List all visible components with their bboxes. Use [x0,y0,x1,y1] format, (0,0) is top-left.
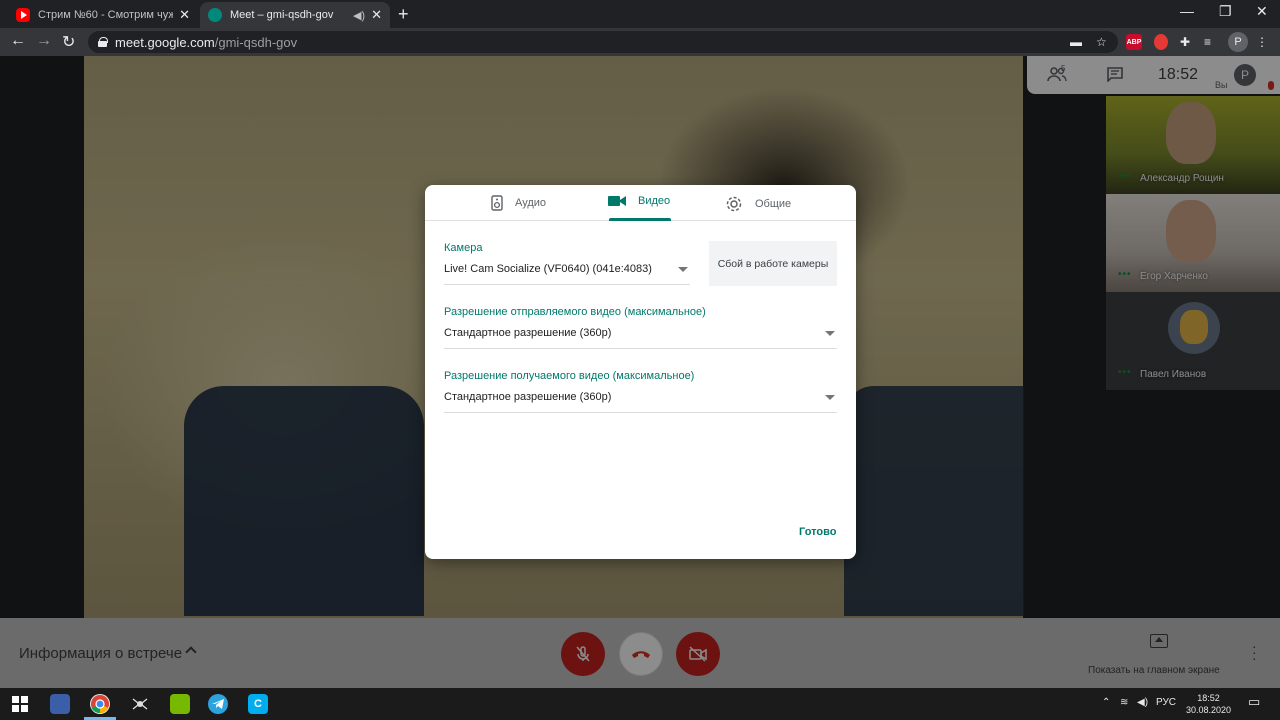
chevron-down-icon [678,267,688,272]
tab-label: Видео [638,195,671,207]
send-resolution-label: Разрешение отправляемого видео (максимал… [444,306,706,318]
minimize-icon[interactable]: — [1180,3,1194,19]
tab-video[interactable]: Видео [608,195,670,207]
reload-icon[interactable]: ↻ [62,32,75,52]
url-path: /gmi-qsdh-gov [214,34,298,50]
lock-icon[interactable] [98,37,108,47]
camera-indicator-icon[interactable]: ▬ [1070,34,1082,50]
windows-taskbar: C ⌃ ≋ ◀) РУС 18:52 30.08.2020 ▭ [0,688,1280,720]
language-indicator[interactable]: РУС [1156,697,1176,708]
address-bar[interactable]: meet.google.com /gmi-qsdh-gov [88,31,1118,53]
camera-select[interactable]: Live! Cam Socialize (VF0640) (041e:4083) [444,263,690,285]
settings-tabs: Аудио Видео Общие [425,185,856,221]
system-clock[interactable]: 18:52 30.08.2020 [1186,692,1231,716]
tab-label: Общие [755,198,792,210]
tab-title: Meet – gmi-qsdh-gov [230,9,334,21]
tab-audio[interactable]: Аудио [491,195,546,211]
camera-error-preview: Сбой в работе камеры [709,241,837,286]
receive-resolution-value: Стандартное разрешение (360p) [444,391,612,403]
spider-app-icon[interactable] [130,694,150,714]
receive-resolution-select[interactable]: Стандартное разрешение (360p) [444,391,837,413]
telegram-icon[interactable] [208,694,228,714]
chevron-up-icon[interactable]: ⌃ [1102,697,1110,708]
browser-menu-icon[interactable]: ⋮ [1256,34,1268,50]
chevron-down-icon [825,331,835,336]
tab-label: Аудио [515,197,547,209]
done-button[interactable]: Готово [799,526,836,538]
url-host: meet.google.com [115,34,215,50]
back-icon[interactable]: ← [10,32,26,50]
profile-avatar[interactable]: P [1228,32,1248,52]
restore-icon[interactable]: ❐ [1219,3,1232,20]
send-resolution-select[interactable]: Стандартное разрешение (360p) [444,327,837,349]
tab-audio-icon[interactable]: ◀) [353,9,365,22]
tab-general[interactable]: Общие [725,195,791,213]
app-c-icon[interactable]: C [248,694,268,714]
chevron-down-icon [825,395,835,400]
extensions-puzzle-icon[interactable]: ✚ [1180,34,1190,50]
send-resolution-value: Стандартное разрешение (360p) [444,327,612,339]
bookmark-star-icon[interactable]: ☆ [1096,34,1107,50]
notifications-icon[interactable]: ▭ [1248,694,1260,710]
media-control-icon[interactable]: ≡ [1204,34,1211,50]
nvidia-icon[interactable] [170,694,190,714]
browser-tab-bar: Стрим №60 - Смотрим чужие с ✕ Meet – gmi… [0,0,1280,28]
camera-select-value: Live! Cam Socialize (VF0640) (041e:4083) [444,263,652,275]
wifi-icon[interactable]: ≋ [1120,697,1128,708]
floppy-disk-icon[interactable] [50,694,70,714]
close-tab-icon[interactable]: ✕ [371,7,382,23]
adblock-icon[interactable]: ABP [1126,34,1142,50]
extension-red-icon[interactable] [1154,34,1168,50]
receive-resolution-label: Разрешение получаемого видео (максимальн… [444,370,695,382]
close-window-icon[interactable]: ✕ [1256,3,1268,20]
speaker-icon [491,195,503,211]
volume-icon[interactable]: ◀) [1137,697,1148,708]
windows-start-icon[interactable] [10,694,30,714]
youtube-icon [16,8,30,22]
camera-label: Камера [444,242,483,254]
meet-icon [208,8,222,22]
chrome-icon[interactable] [90,694,110,714]
browser-toolbar: ← → ↻ meet.google.com /gmi-qsdh-gov ▬ ☆ … [0,28,1280,56]
clock-time: 18:52 [1197,693,1220,703]
settings-dialog: Аудио Видео Общие Камера Live! Cam Socia… [425,185,856,559]
tab-title: Стрим №60 - Смотрим чужие с [38,9,174,21]
clock-date: 30.08.2020 [1186,705,1232,715]
close-tab-icon[interactable]: ✕ [179,7,190,23]
new-tab-button[interactable]: + [398,4,409,25]
videocam-icon [608,196,626,206]
forward-icon[interactable]: → [36,32,52,50]
browser-tab-meet[interactable]: Meet – gmi-qsdh-gov ◀) ✕ [200,2,390,28]
gear-icon [726,196,742,212]
browser-tab-youtube[interactable]: Стрим №60 - Смотрим чужие с ✕ [8,2,198,28]
active-tab-indicator [609,218,671,221]
